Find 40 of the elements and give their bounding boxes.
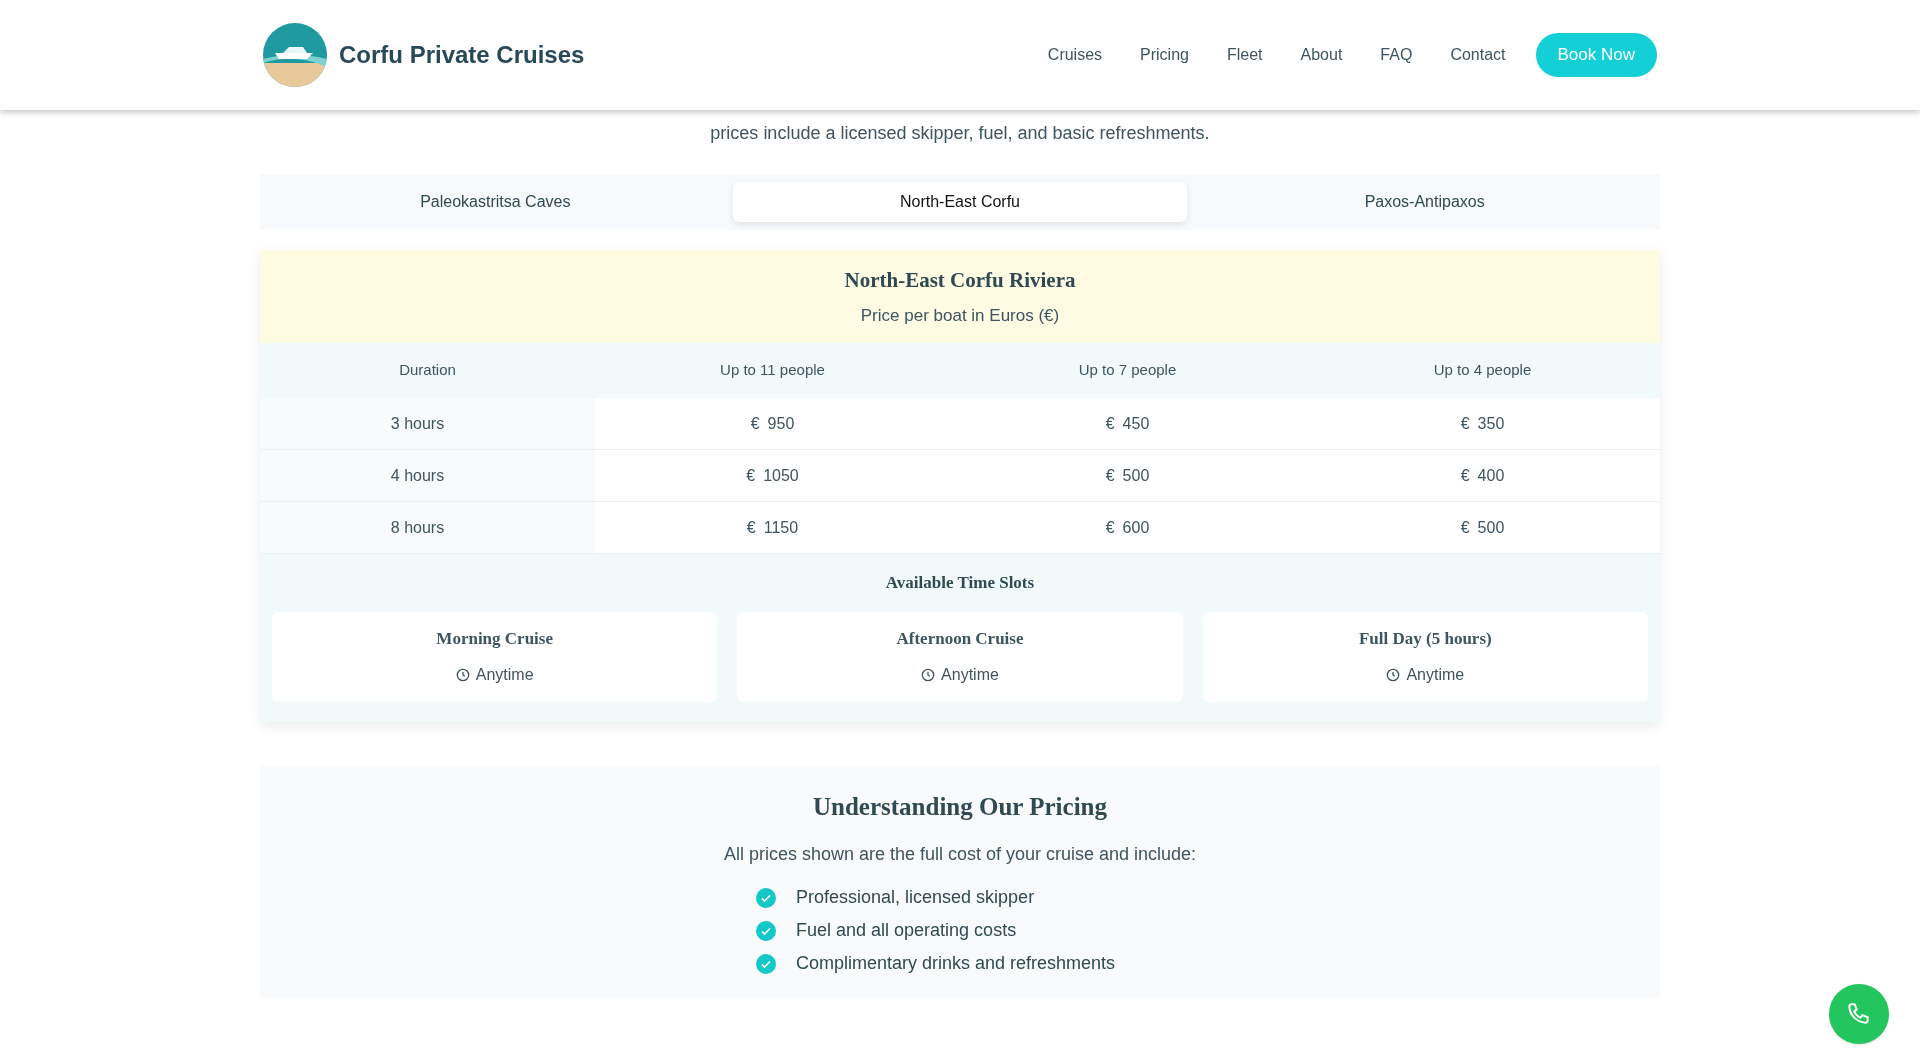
table-subtitle: Price per boat in Euros (€) <box>860 304 1060 327</box>
table-title: North-East Corfu Riviera <box>844 267 1076 294</box>
slot-title: Afternoon Cruise <box>896 627 1024 650</box>
slot-title: Full Day (5 hours) <box>1358 627 1492 650</box>
section-title: Available Time Slots <box>885 572 1035 594</box>
check-icon <box>756 953 776 974</box>
table-cell: 4 hours <box>260 450 595 501</box>
intro-text: prices include a licensed skipper, fuel, and basic refreshments. <box>710 122 1210 145</box>
clock-icon <box>455 668 470 683</box>
nav-link[interactable]: FAQ <box>1380 43 1413 67</box>
included-item: Fuel and all operating costs <box>796 919 1017 942</box>
slot-time: Anytime <box>941 665 999 686</box>
tab[interactable]: Paxos-Antipaxos <box>1197 182 1652 222</box>
column-header: Up to 11 people <box>719 360 826 381</box>
table-cell: 8 hours <box>260 502 595 553</box>
nav-link[interactable]: Contact <box>1450 43 1506 67</box>
check-icon <box>756 920 776 941</box>
phone-button[interactable] <box>1829 984 1889 1044</box>
clock-icon <box>921 668 936 683</box>
column-header: Up to 7 people <box>1077 360 1178 381</box>
column-header: Up to 4 people <box>1432 360 1533 381</box>
column-header: Duration <box>398 360 457 381</box>
phone-icon <box>1846 1001 1872 1027</box>
section-heading: Understanding Our Pricing <box>813 791 1107 822</box>
table-cell: 3 hours <box>260 398 595 449</box>
nav-link[interactable]: Pricing <box>1140 43 1189 67</box>
nav-link[interactable]: Cruises <box>1047 43 1103 67</box>
info-text: All prices shown are the full cost of your cruise and include: <box>723 843 1197 866</box>
slot-title: Morning Cruise <box>436 627 553 650</box>
tab[interactable]: Paleokastritsa Caves <box>268 182 723 222</box>
included-item: Professional, licensed skipper <box>796 886 1035 909</box>
tab[interactable]: North-East Corfu <box>732 182 1188 222</box>
slot-time: Anytime <box>475 665 534 686</box>
nav-link[interactable]: Fleet <box>1226 43 1263 67</box>
nav-link[interactable]: About <box>1300 43 1343 67</box>
clock-icon <box>1386 668 1401 683</box>
slot-time: Anytime <box>1406 665 1465 686</box>
check-icon <box>756 887 776 908</box>
brand-name[interactable]: Corfu Private Cruises <box>339 37 585 73</box>
included-item: Complimentary drinks and refreshments <box>796 952 1116 975</box>
